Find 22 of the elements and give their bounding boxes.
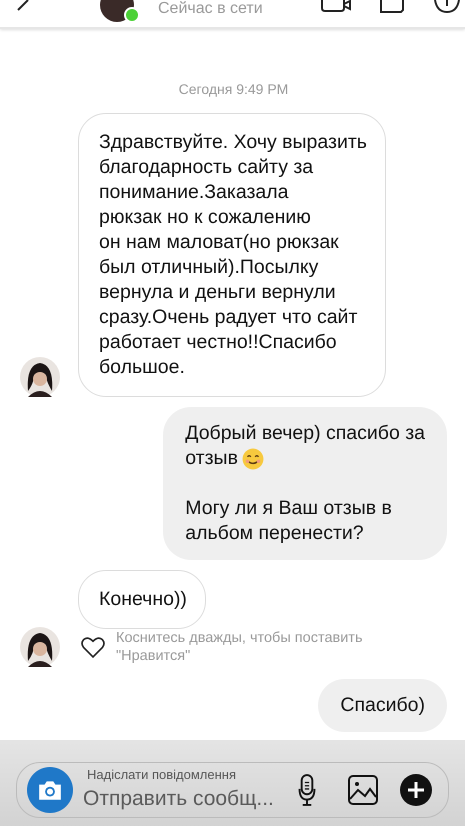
video-icon[interactable] — [321, 0, 351, 12]
message-text: альбом перенести? — [185, 521, 364, 546]
add-icon[interactable] — [400, 774, 432, 806]
image-icon[interactable] — [348, 775, 378, 805]
message-text: Могу ли я Ваш отзыв в — [185, 496, 392, 521]
heart-icon[interactable] — [80, 636, 106, 658]
microphone-icon[interactable] — [298, 774, 316, 806]
info-icon[interactable] — [433, 0, 461, 14]
overlay-placeholder: Надіслати повідомлення — [87, 767, 236, 782]
like-hint: Коснитесь дважды, чтобы поставить "Нравится" — [116, 629, 363, 665]
message-text: Спасибо) — [340, 693, 425, 718]
message-text: Добрый вечер) спасибо за — [185, 421, 425, 446]
camera-button[interactable] — [27, 767, 73, 813]
camera-icon — [37, 779, 63, 801]
message-bubble: Здравствуйте. Хочу выразить благодарность сайту за понимание.Заказала рюкзак но к сожалению он нам маловат(но рюкзак был отличный).Посылку вернула и деньги вернули сразу.Очень радует что сайт работает честно!!Спасибо большое. — [78, 113, 386, 397]
date-divider: Сегодня 9:49 PM — [178, 81, 290, 97]
message-placeholder: Отправить сообщ... — [83, 787, 275, 811]
message-bubble: Конечно)) — [78, 570, 206, 629]
status-text: Сейчас в сети — [158, 0, 263, 18]
message-field[interactable]: Надіслати повідомлення Отправить сообщ... — [16, 762, 449, 818]
avatar — [100, 0, 134, 22]
message-text: отзыв — [185, 446, 238, 471]
